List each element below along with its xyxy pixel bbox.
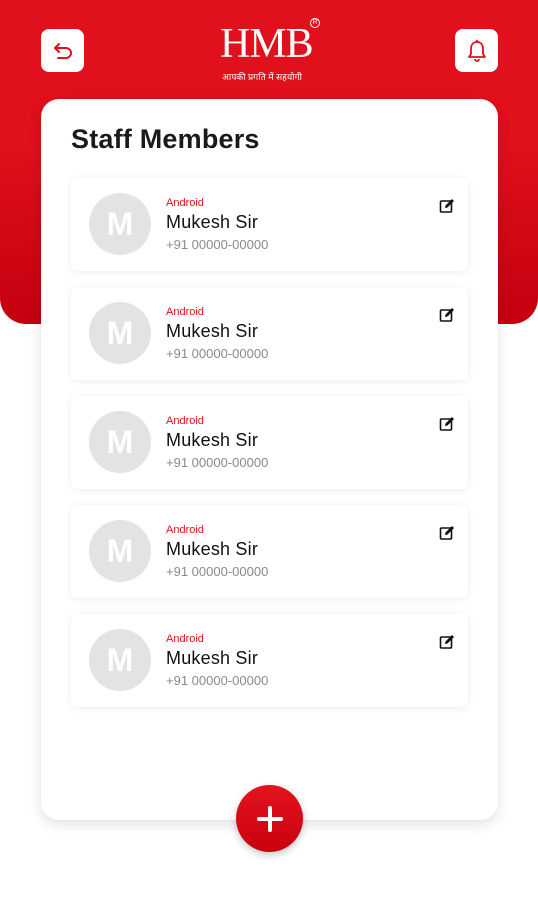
edit-icon[interactable] <box>439 634 455 650</box>
platform-label: Android <box>166 306 204 318</box>
avatar: M <box>89 411 151 473</box>
member-name: Mukesh Sir <box>166 539 259 559</box>
edit-icon[interactable] <box>439 416 455 432</box>
edit-icon[interactable] <box>439 525 455 541</box>
hmb-logo: HMB R आपकी प्रगति में सहयोगी <box>218 18 320 84</box>
edit-icon[interactable] <box>439 307 455 323</box>
edit-icon[interactable] <box>439 198 455 214</box>
bell-icon <box>467 39 486 62</box>
member-card[interactable]: M Android Mukesh Sir +91 00000-00000 <box>71 614 468 707</box>
avatar: M <box>89 629 151 691</box>
member-card[interactable]: M Android Mukesh Sir +91 00000-00000 <box>71 396 468 489</box>
registered-mark: R <box>310 18 320 28</box>
member-card[interactable]: M Android Mukesh Sir +91 00000-00000 <box>71 287 468 380</box>
member-name: Mukesh Sir <box>166 212 259 232</box>
logo-text: HMB <box>220 21 314 67</box>
member-name: Mukesh Sir <box>166 321 259 341</box>
staff-card: Staff Members M Android Mukesh Sir +91 0… <box>41 99 498 820</box>
member-phone: +91 00000-00000 <box>166 564 269 579</box>
member-card[interactable]: M Android Mukesh Sir +91 00000-00000 <box>71 505 468 598</box>
platform-label: Android <box>166 197 204 209</box>
member-card[interactable]: M Android Mukesh Sir +91 00000-00000 <box>71 178 468 271</box>
back-button[interactable] <box>41 29 84 72</box>
platform-label: Android <box>166 415 204 427</box>
page-title: Staff Members <box>71 124 260 154</box>
member-phone: +91 00000-00000 <box>166 237 269 252</box>
member-phone: +91 00000-00000 <box>166 455 269 470</box>
add-member-button[interactable] <box>236 785 303 852</box>
member-list: M Android Mukesh Sir +91 00000-00000 M A… <box>71 178 468 723</box>
platform-label: Android <box>166 633 204 645</box>
notifications-button[interactable] <box>455 29 498 72</box>
member-name: Mukesh Sir <box>166 430 259 450</box>
avatar: M <box>89 520 151 582</box>
member-phone: +91 00000-00000 <box>166 673 269 688</box>
avatar: M <box>89 193 151 255</box>
member-name: Mukesh Sir <box>166 648 259 668</box>
logo-tagline: आपकी प्रगति में सहयोगी <box>222 72 302 82</box>
member-phone: +91 00000-00000 <box>166 346 269 361</box>
plus-icon <box>256 805 283 832</box>
avatar: M <box>89 302 151 364</box>
back-arrow-icon <box>53 42 72 59</box>
platform-label: Android <box>166 524 204 536</box>
